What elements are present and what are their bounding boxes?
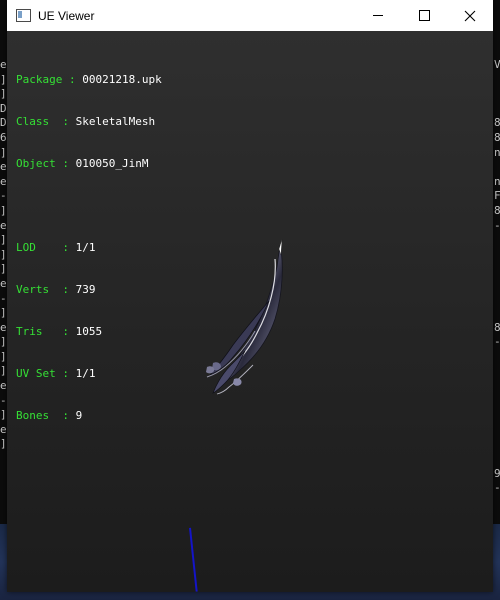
3d-viewport[interactable]: Package : 00021218.upk Class : SkeletalM… bbox=[7, 31, 493, 592]
minimize-button[interactable] bbox=[355, 0, 401, 31]
app-window-icon bbox=[16, 9, 31, 22]
window-title: UE Viewer bbox=[38, 9, 95, 23]
close-icon bbox=[464, 10, 476, 21]
maximize-button[interactable] bbox=[401, 0, 447, 31]
skeletal-mesh-render bbox=[206, 238, 283, 395]
background-console-left-edge: e ] ] D D 6 ] e e - ] e ] ] ] e - ] e ] … bbox=[0, 58, 7, 451]
maximize-icon bbox=[418, 10, 430, 21]
background-console-right-edge: V 8 8 n n F 8 - 8 - 9 - bbox=[494, 58, 500, 495]
close-button[interactable] bbox=[447, 0, 493, 31]
ue-viewer-window: UE Viewer Package : 00021218.upk Class :… bbox=[7, 0, 493, 592]
title-bar[interactable]: UE Viewer bbox=[7, 0, 493, 31]
minimize-icon bbox=[373, 15, 383, 16]
